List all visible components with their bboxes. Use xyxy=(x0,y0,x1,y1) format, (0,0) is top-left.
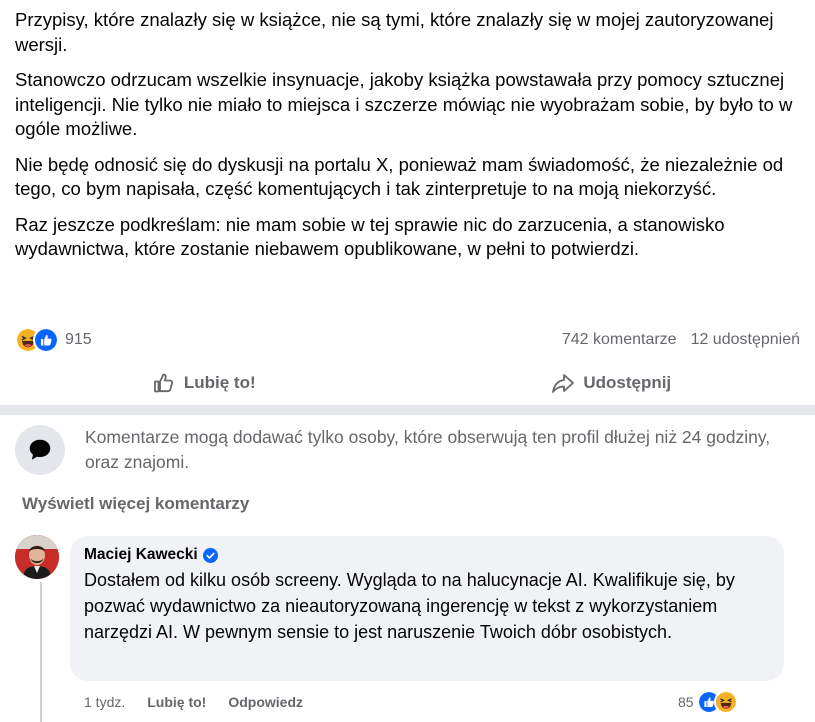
comment-bubble: Maciej Kawecki Dostałem od kilku osób sc… xyxy=(70,536,784,681)
post-stats-bar: 915 742 komentarze 12 udostępnień xyxy=(15,328,800,352)
comment-meta: 1 tydz. Lubię to! Odpowiedz xyxy=(84,694,303,710)
like-button-label: Lubię to! xyxy=(184,373,256,393)
thumbs-up-icon xyxy=(152,371,176,395)
view-more-comments-link[interactable]: Wyświetl więcej komentarzy xyxy=(22,494,249,514)
share-button[interactable]: Udostępnij xyxy=(408,363,815,403)
comment-author-name[interactable]: Maciej Kawecki xyxy=(84,546,198,564)
share-arrow-icon xyxy=(551,371,575,395)
comment-timestamp[interactable]: 1 tydz. xyxy=(84,694,125,710)
profile-photo-icon xyxy=(15,535,59,579)
post-paragraph: Stanowczo odrzucam wszelkie insynuacje, … xyxy=(15,68,805,142)
comments-count-link[interactable]: 742 komentarze xyxy=(562,331,677,349)
shares-count-link[interactable]: 12 udostępnień xyxy=(691,331,800,349)
like-button[interactable]: Lubię to! xyxy=(0,363,408,403)
comment-reply-button[interactable]: Odpowiedz xyxy=(228,694,303,710)
comment-thread-line xyxy=(40,582,42,722)
restriction-text: Komentarze mogą dodawać tylko osoby, któ… xyxy=(85,425,785,475)
share-button-label: Udostępnij xyxy=(583,373,671,393)
reaction-summary[interactable] xyxy=(15,327,59,353)
post-body: Przypisy, które znalazły się w książce, … xyxy=(15,8,805,273)
comment-text: Dostałem od kilku osób screeny. Wygląda … xyxy=(84,567,770,645)
speech-bubble-icon xyxy=(27,437,53,463)
verified-badge-icon xyxy=(203,548,218,563)
comment-reaction-summary[interactable]: 85 xyxy=(678,690,738,714)
section-divider xyxy=(0,405,815,415)
post-paragraph: Raz jeszcze podkreślam: nie mam sobie w … xyxy=(15,213,805,262)
haha-emoji-icon xyxy=(714,690,738,714)
post-paragraph: Przypisy, które znalazły się w książce, … xyxy=(15,8,805,57)
reaction-count[interactable]: 915 xyxy=(65,331,92,349)
restriction-icon-container xyxy=(15,425,65,475)
avatar[interactable] xyxy=(15,535,59,579)
post-actions-bar: Lubię to! Udostępnij xyxy=(0,363,815,403)
comment-reaction-count: 85 xyxy=(678,694,694,710)
post-paragraph: Nie będę odnosić się do dyskusji na port… xyxy=(15,153,805,202)
like-emoji-icon xyxy=(33,327,59,353)
comment-like-button[interactable]: Lubię to! xyxy=(147,694,206,710)
comment-restriction-notice: Komentarze mogą dodawać tylko osoby, któ… xyxy=(15,425,805,475)
